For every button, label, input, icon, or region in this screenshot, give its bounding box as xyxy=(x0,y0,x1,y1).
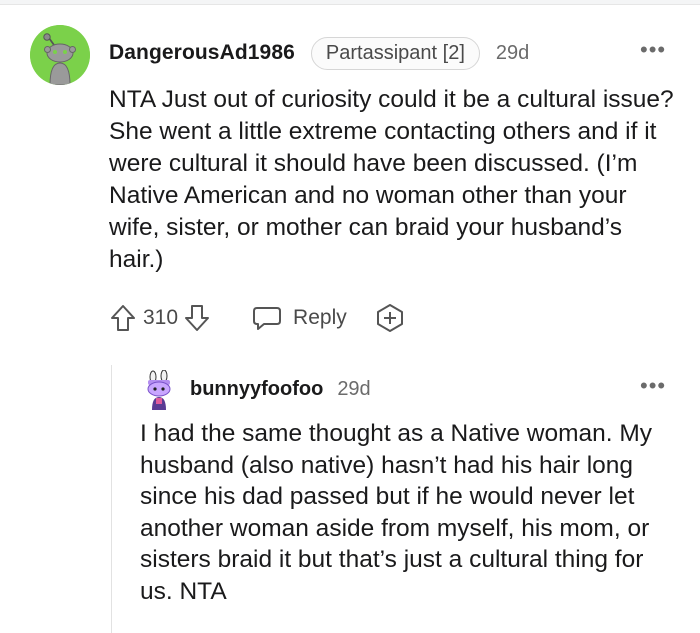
reply-user-avatar[interactable] xyxy=(142,369,178,410)
comment-actions: 310 Reply xyxy=(109,298,405,338)
award-button[interactable] xyxy=(375,303,405,333)
more-options-icon[interactable]: ••• xyxy=(640,39,666,61)
comment-username[interactable]: DangerousAd1986 xyxy=(109,41,295,65)
comment-age: 29d xyxy=(495,41,530,64)
user-flair: Partassipant [2] xyxy=(310,36,480,70)
upvote-arrow-icon[interactable] xyxy=(109,303,137,333)
reply-username[interactable]: bunnyyfoofoo xyxy=(190,378,323,401)
bunny-avatar-icon xyxy=(147,369,171,410)
reply-label: Reply xyxy=(293,306,347,329)
comment-body: NTA Just out of curiosity could it be a … xyxy=(109,86,674,273)
snoo-avatar-icon xyxy=(30,25,90,85)
reply-more-options-icon[interactable]: ••• xyxy=(640,375,666,397)
thread-line[interactable] xyxy=(111,365,112,633)
user-avatar[interactable] xyxy=(30,25,90,85)
reply-age: 29d xyxy=(337,377,371,400)
top-divider xyxy=(0,0,700,5)
reply-body: I had the same thought as a Native woman… xyxy=(140,420,653,605)
comment-header: DangerousAd1986 Partassipant [2] 29d xyxy=(109,34,529,72)
reply-button[interactable]: Reply xyxy=(251,303,347,333)
vote-score: 310 xyxy=(143,306,179,329)
speech-bubble-icon xyxy=(253,307,282,330)
downvote-arrow-icon[interactable] xyxy=(183,303,211,333)
award-plus-icon xyxy=(376,304,403,332)
reply-header: bunnyyfoofoo 29d xyxy=(190,374,371,404)
